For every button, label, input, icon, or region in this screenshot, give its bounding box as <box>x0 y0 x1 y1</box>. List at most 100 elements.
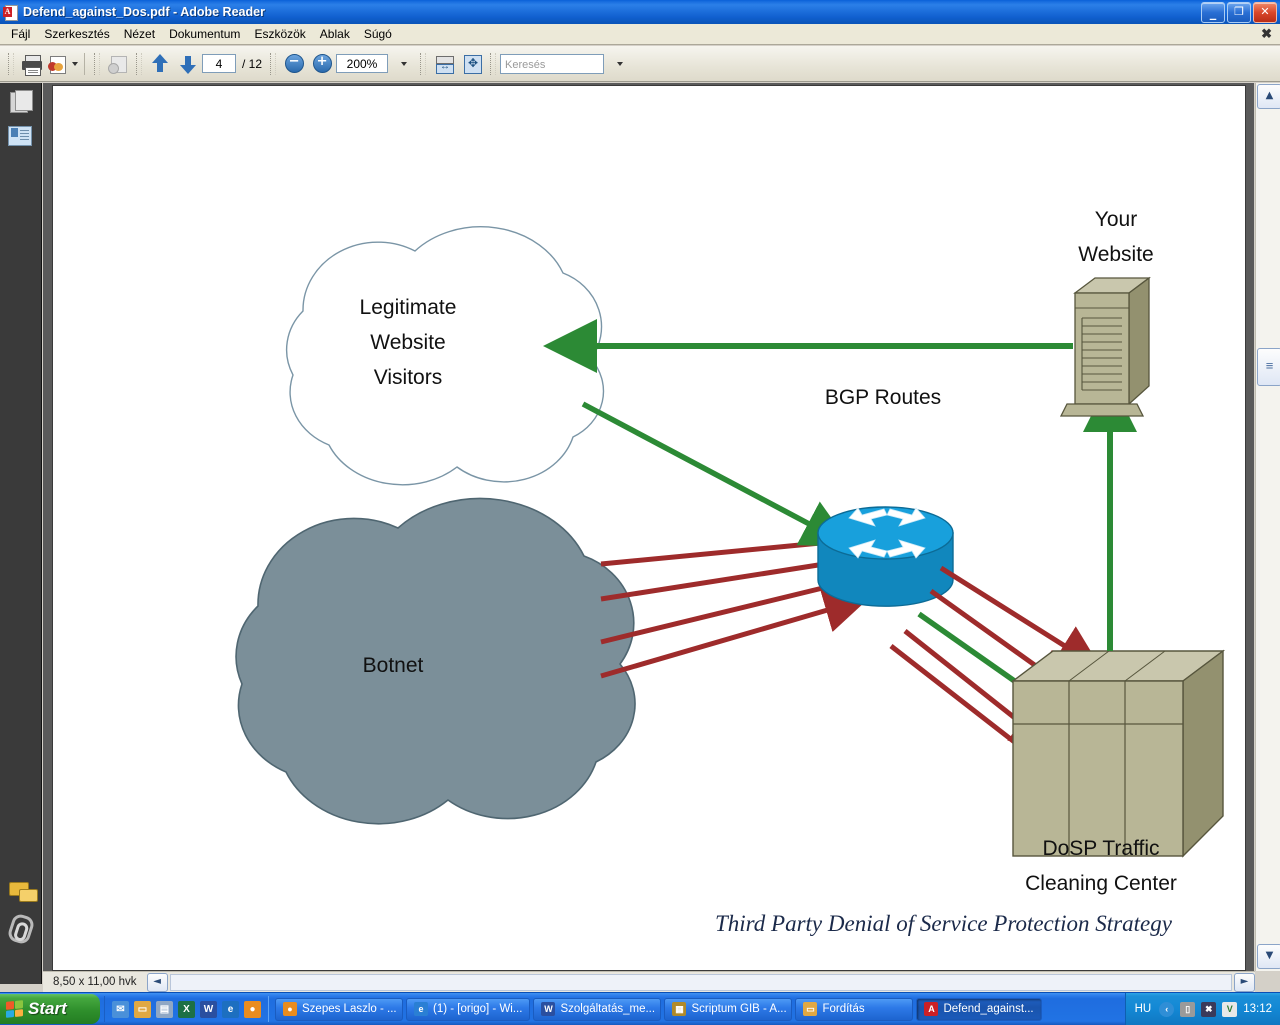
taskbar-item-label: Szolgáltatás_me... <box>560 1003 656 1015</box>
pages-thumbnail-icon <box>9 90 33 113</box>
scroll-up-button[interactable]: ▲ <box>1257 84 1280 109</box>
previous-page-button[interactable] <box>146 49 174 79</box>
comments-panel-button[interactable] <box>4 878 38 908</box>
toolbar-grip-5[interactable] <box>420 52 427 75</box>
chevron-down-icon-search <box>616 61 623 66</box>
menu-item-sugo[interactable]: Súgó <box>357 25 399 43</box>
zoom-in-button[interactable]: + <box>308 49 336 79</box>
fit-width-button[interactable] <box>430 49 458 79</box>
taskbar-item-label: Defend_against... <box>943 1003 1034 1015</box>
menu-item-nezet[interactable]: Nézet <box>117 25 162 43</box>
taskbar-item-label: Szepes Laszlo - ... <box>302 1003 397 1015</box>
zoom-dropdown-button[interactable] <box>388 49 416 79</box>
snapshot-button[interactable] <box>104 49 132 79</box>
cleaning-center-label-1: DoSP Traffic <box>1042 837 1159 860</box>
close-document-icon[interactable]: ✖ <box>1261 26 1272 42</box>
taskbar-item-forditas[interactable]: ▭ Fordítás <box>795 997 914 1021</box>
status-bar: 8,50 x 11,00 hvk ◄ ► <box>43 971 1255 992</box>
fit-page-button[interactable] <box>458 49 486 79</box>
taskbar-item-scriptum[interactable]: ▦ Scriptum GIB - A... <box>664 997 793 1021</box>
quicklaunch-media-icon[interactable]: ▤ <box>156 1000 173 1018</box>
scroll-down-button[interactable]: ▼ <box>1257 944 1280 969</box>
network-error-icon[interactable]: ✖ <box>1201 1001 1217 1017</box>
adobe-reader-window: A Defend_against_Dos.pdf - Adobe Reader … <box>0 0 1280 1025</box>
clock[interactable]: 13:12 <box>1243 1003 1272 1015</box>
system-tray: HU ‹ ▯ ✖ V 13:12 <box>1124 993 1280 1025</box>
restore-button[interactable]: ❐ <box>1227 1 1251 23</box>
snapshot-icon <box>107 54 129 74</box>
minus-glyph: − <box>288 54 300 69</box>
firefox-icon: ● <box>283 1002 297 1016</box>
search-dropdown-button[interactable] <box>604 49 632 79</box>
antivirus-icon[interactable]: V <box>1222 1001 1238 1017</box>
your-website-label-1: Your <box>1095 208 1137 231</box>
node-cleaning-center: DoSP Traffic Cleaning Center <box>1010 649 1226 895</box>
restore-icon: ❐ <box>1234 4 1244 18</box>
menu-item-dokumentum[interactable]: Dokumentum <box>162 25 247 43</box>
flow-visitors-to-router <box>581 401 852 547</box>
search-input[interactable]: Keresés <box>500 53 605 74</box>
attach-to-email-icon <box>47 54 69 74</box>
quicklaunch-ie-icon[interactable]: e <box>222 1000 239 1018</box>
attach-to-email-button[interactable] <box>46 49 79 79</box>
toolbar-grip-2[interactable] <box>94 52 100 75</box>
zoom-level-value[interactable]: 200% <box>336 54 389 73</box>
chevron-down-icon[interactable] <box>72 61 78 66</box>
flow-botnet-to-router <box>600 520 871 679</box>
quicklaunch-excel-icon[interactable]: X <box>178 1000 195 1018</box>
quicklaunch-folder-icon[interactable]: ▭ <box>134 1000 151 1018</box>
quicklaunch-firefox-icon[interactable]: ● <box>244 1000 261 1018</box>
next-page-button[interactable] <box>174 49 202 79</box>
page-number-input[interactable]: 4 <box>202 54 236 73</box>
document-view[interactable]: Legitimate Website Visitors Botnet BGP R… <box>43 83 1254 971</box>
zoom-out-button[interactable]: − <box>280 49 308 79</box>
quicklaunch-word-icon[interactable]: W <box>200 1000 217 1018</box>
task-list: ● Szepes Laszlo - ... e (1) - [origo] - … <box>275 997 1125 1021</box>
page-total-label: / 12 <box>242 56 263 71</box>
quicklaunch-messenger-icon[interactable]: ✉ <box>112 1000 129 1018</box>
menu-item-eszkozok[interactable]: Eszközök <box>247 25 312 43</box>
taskbar-item-origo[interactable]: e (1) - [origo] - Wi... <box>406 997 531 1021</box>
next-page-icon <box>179 54 197 74</box>
taskbar-item-label: Scriptum GIB - A... <box>691 1003 787 1015</box>
pdf-icon-task: A <box>924 1002 939 1016</box>
taskbar-item-szolgaltatas[interactable]: W Szolgáltatás_me... <box>533 997 662 1021</box>
vertical-scrollbar[interactable]: ▲ ▼ <box>1255 83 1280 971</box>
minimize-button[interactable]: _ <box>1201 1 1225 23</box>
close-button[interactable]: ✕ <box>1253 1 1277 23</box>
bookmarks-panel-button[interactable] <box>4 121 38 151</box>
show-hidden-icons-icon[interactable]: ‹ <box>1159 1001 1175 1017</box>
attachments-panel-button[interactable] <box>4 912 38 946</box>
toolbar-grip-3[interactable] <box>136 52 142 75</box>
page-size-label: 8,50 x 11,00 hvk <box>53 976 137 988</box>
taskbar-item-defend-against[interactable]: A Defend_against... <box>916 997 1042 1021</box>
start-button[interactable]: Start <box>0 994 100 1024</box>
pages-panel-button[interactable] <box>4 87 38 117</box>
menu-bar: Fájl Szerkesztés Nézet Dokumentum Eszköz… <box>0 24 1280 45</box>
window-title: Defend_against_Dos.pdf - Adobe Reader <box>23 5 265 19</box>
menu-item-ablak[interactable]: Ablak <box>313 25 357 43</box>
chevron-right-icon: ► <box>1240 975 1249 987</box>
windows-logo-icon <box>6 1000 23 1018</box>
toolbar-grip-4[interactable] <box>270 52 277 75</box>
menu-item-fajl[interactable]: Fájl <box>4 25 37 43</box>
comments-icon <box>9 882 38 902</box>
cleaning-center-label-2: Cleaning Center <box>1025 872 1177 895</box>
menu-item-szerkesztes[interactable]: Szerkesztés <box>37 25 116 43</box>
node-botnet-cloud: Botnet <box>235 497 636 825</box>
toolbar-grip[interactable] <box>8 52 14 75</box>
vertical-scroll-thumb[interactable] <box>1257 348 1280 386</box>
visitors-cloud-label-2: Website <box>370 331 445 354</box>
attachments-paperclip-icon <box>6 912 36 946</box>
language-indicator[interactable]: HU <box>1135 1003 1154 1015</box>
horizontal-scroll-track[interactable] <box>169 973 1232 991</box>
taskbar-item-szepes[interactable]: ● Szepes Laszlo - ... <box>275 997 403 1021</box>
internet-explorer-icon: e <box>414 1002 428 1016</box>
security-lock-icon[interactable]: ▯ <box>1180 1001 1196 1017</box>
scroll-left-button[interactable]: ◄ <box>146 972 168 992</box>
print-button[interactable] <box>18 49 46 79</box>
scroll-right-button[interactable]: ► <box>1234 972 1255 992</box>
network-diagram: Legitimate Website Visitors Botnet BGP R… <box>235 208 1226 936</box>
previous-page-icon <box>151 53 169 74</box>
toolbar-grip-6[interactable] <box>490 52 497 75</box>
